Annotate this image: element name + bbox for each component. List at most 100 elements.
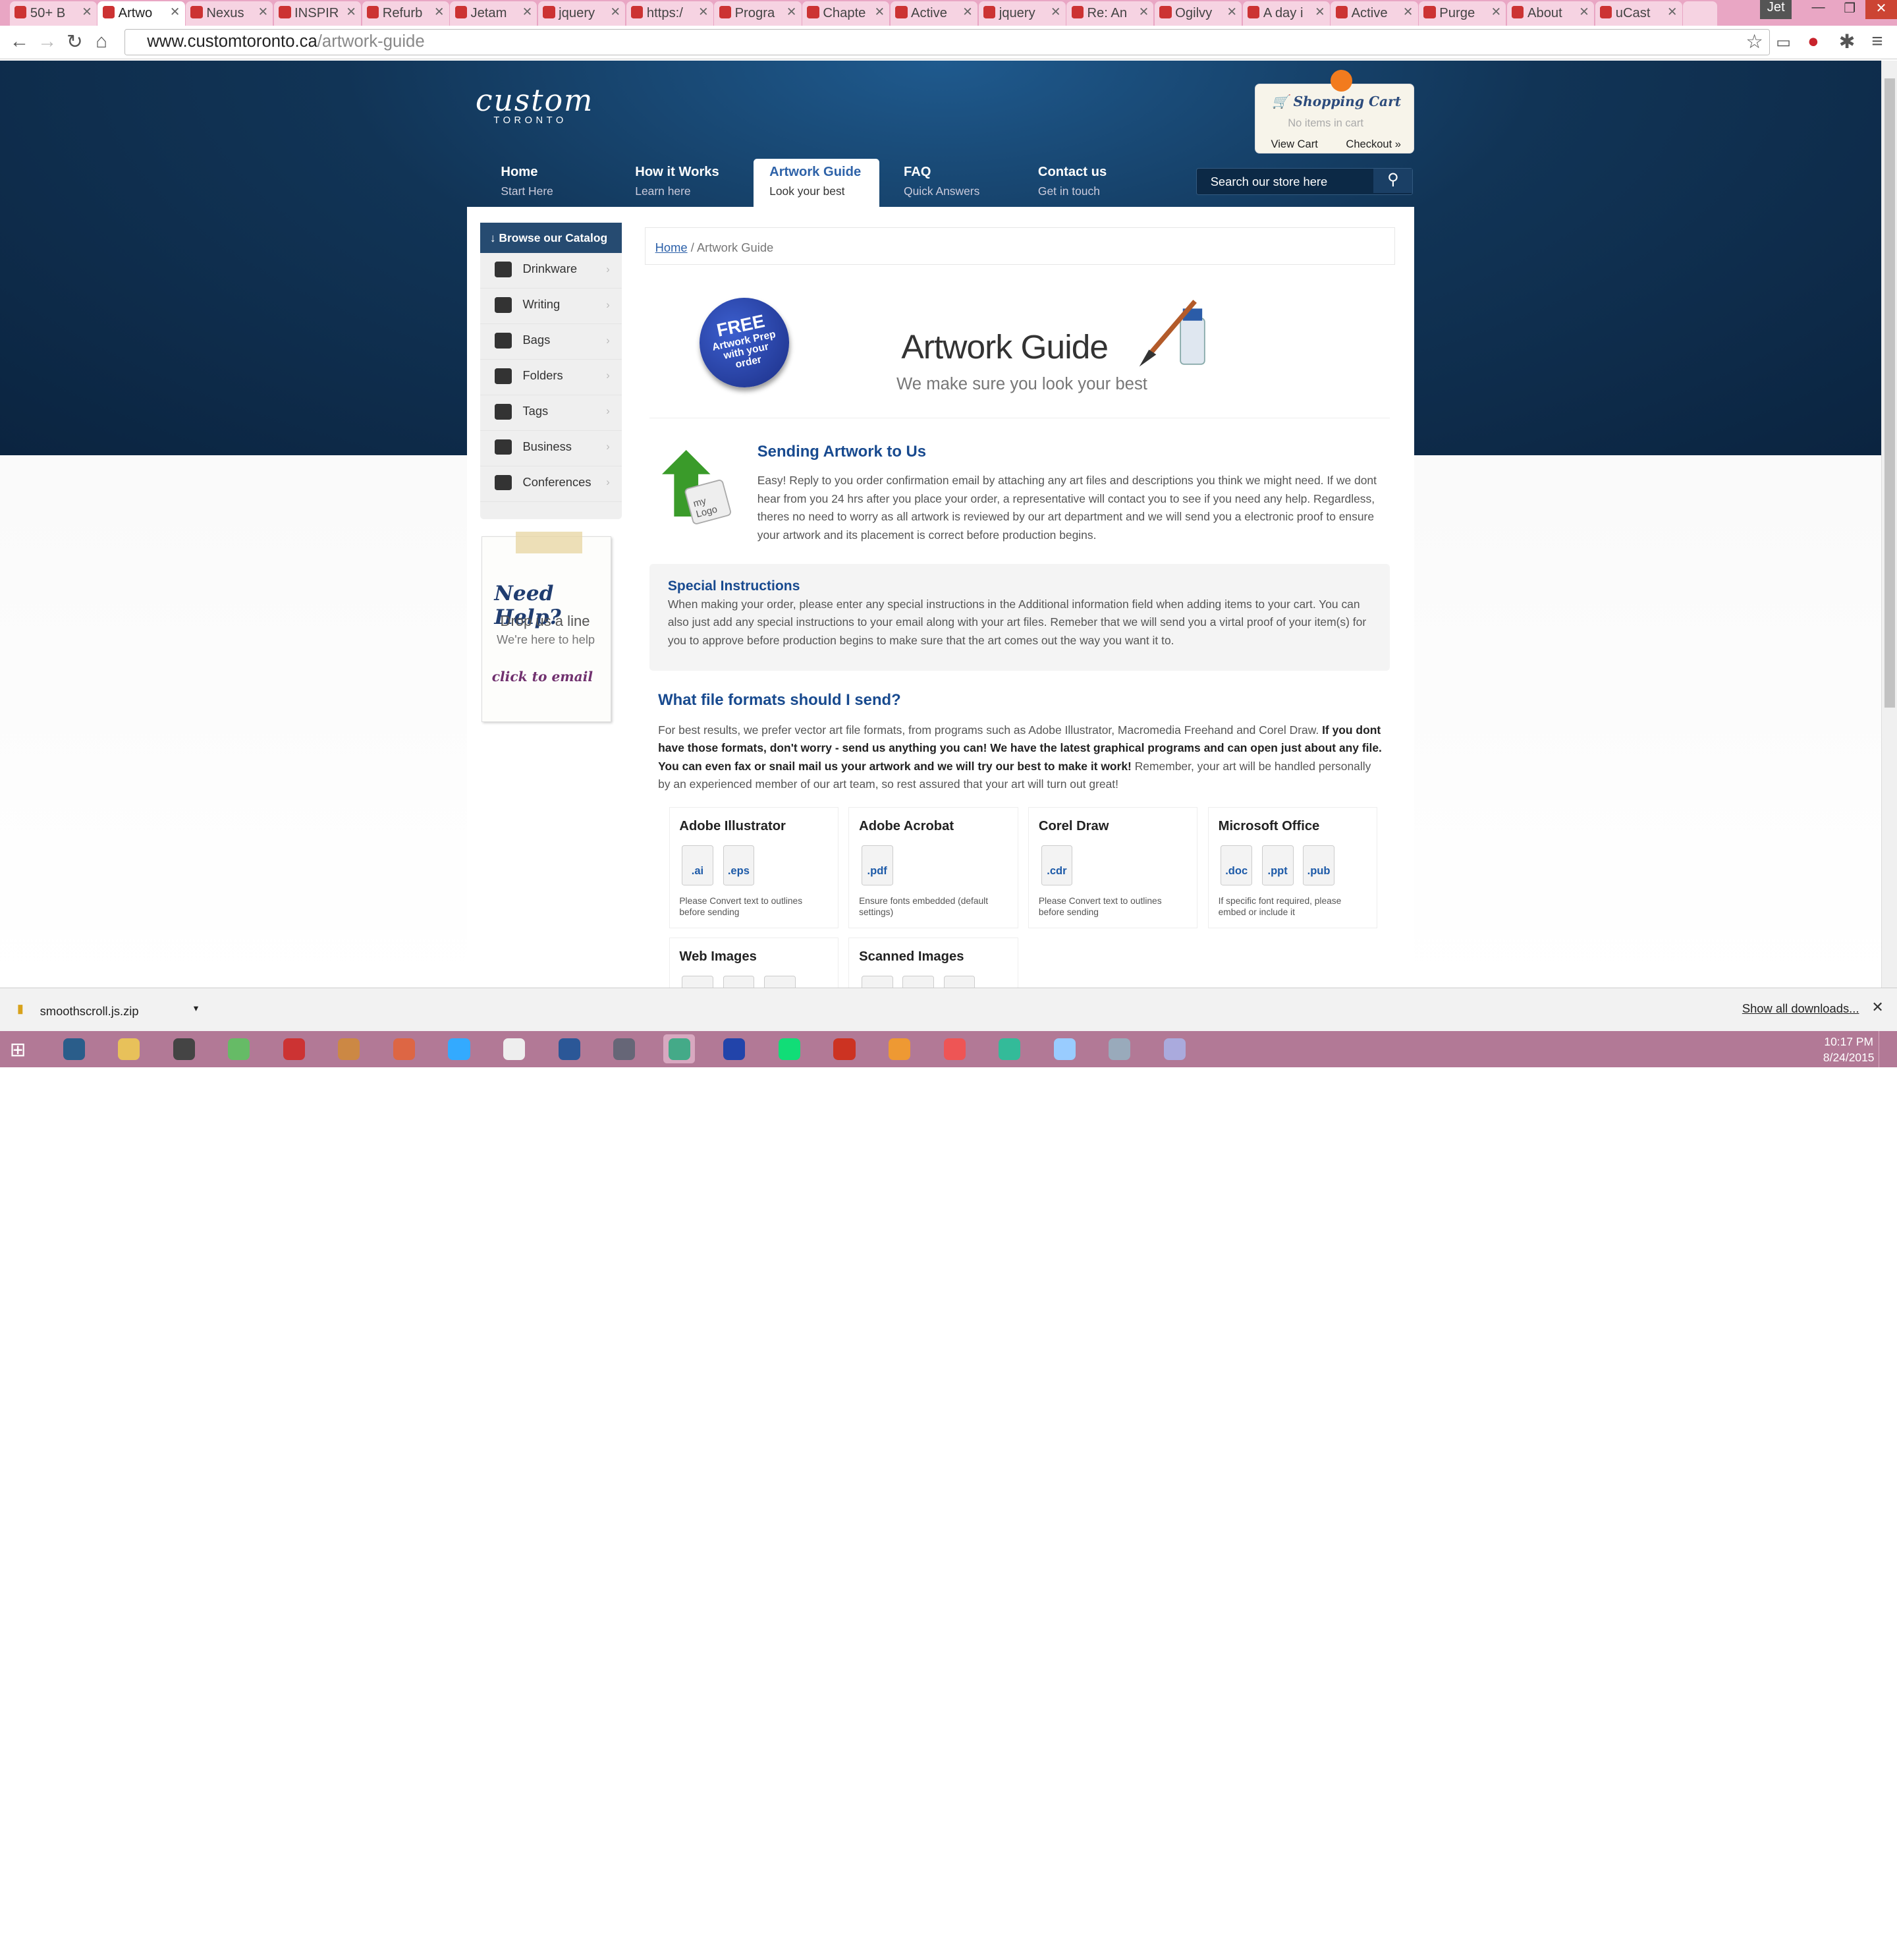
maximize-button[interactable]: ❐ <box>1834 0 1865 19</box>
tab-close-icon[interactable]: ✕ <box>1315 5 1325 19</box>
bookmark-star-icon[interactable]: ☆ <box>1746 30 1763 53</box>
taskbar-app[interactable] <box>719 1034 750 1063</box>
home-icon[interactable]: ⌂ <box>96 30 107 53</box>
need-help-note[interactable]: Need Help? Drop us a line We're here to … <box>481 532 611 723</box>
email-link[interactable]: click to email <box>492 669 593 685</box>
taskbar-app[interactable] <box>168 1034 200 1063</box>
show-desktop-button[interactable] <box>1879 1030 1886 1067</box>
nav-how-it-works[interactable]: How it Works Learn here <box>635 159 719 207</box>
browser-tab[interactable]: Purge ✕ <box>1419 1 1506 26</box>
browser-tab[interactable]: uCast ✕ <box>1595 1 1682 26</box>
system-clock[interactable]: 10:17 PM 8/24/2015 <box>1823 1034 1875 1066</box>
catalog-item[interactable]: Drinkware › <box>480 253 622 289</box>
extension-icon[interactable]: ✱ <box>1839 30 1856 53</box>
site-logo[interactable]: custom TORONTO <box>476 82 593 126</box>
taskbar-app[interactable] <box>829 1034 860 1063</box>
catalog-item[interactable]: Folders › <box>480 360 622 395</box>
search-icon[interactable]: ⚲ <box>1373 169 1413 193</box>
tab-close-icon[interactable]: ✕ <box>1139 5 1149 19</box>
tab-close-icon[interactable]: ✕ <box>522 5 532 19</box>
tab-close-icon[interactable]: ✕ <box>610 5 620 19</box>
browser-tab[interactable]: Chapte ✕ <box>802 1 890 26</box>
browser-tab[interactable]: https:/ ✕ <box>626 1 713 26</box>
tab-close-icon[interactable]: ✕ <box>962 5 972 19</box>
taskbar-app[interactable] <box>553 1034 585 1063</box>
nav-faq[interactable]: FAQ Quick Answers <box>904 159 979 207</box>
taskbar-app[interactable] <box>774 1034 806 1063</box>
tab-close-icon[interactable]: ✕ <box>1667 5 1677 19</box>
browser-tab[interactable]: Active ✕ <box>890 1 978 26</box>
catalog-item[interactable]: Writing › <box>480 289 622 324</box>
tab-close-icon[interactable]: ✕ <box>786 5 796 19</box>
catalog-item[interactable]: Business › <box>480 431 622 466</box>
tab-close-icon[interactable]: ✕ <box>346 5 356 19</box>
show-all-downloads-link[interactable]: Show all downloads... <box>1742 1001 1859 1016</box>
reload-icon[interactable]: ↻ <box>67 30 83 53</box>
browser-tab[interactable]: Nexus ✕ <box>186 1 273 26</box>
new-tab-button[interactable] <box>1683 1 1717 26</box>
view-cart-link[interactable]: View Cart <box>1271 138 1318 151</box>
pinterest-icon[interactable]: ● <box>1807 30 1819 53</box>
tab-close-icon[interactable]: ✕ <box>1403 5 1413 19</box>
tab-close-icon[interactable]: ✕ <box>82 5 92 19</box>
browser-tab[interactable]: Re: An ✕ <box>1066 1 1154 26</box>
taskbar-app[interactable] <box>1159 1034 1191 1063</box>
taskbar-app[interactable] <box>278 1034 310 1063</box>
taskbar-app[interactable] <box>994 1034 1026 1063</box>
taskbar-app[interactable] <box>443 1034 475 1063</box>
taskbar-app[interactable] <box>389 1034 420 1063</box>
taskbar-app[interactable] <box>1049 1034 1080 1063</box>
taskbar-app[interactable] <box>333 1034 365 1063</box>
forward-icon[interactable]: → <box>38 30 57 53</box>
browser-tab[interactable]: jquery ✕ <box>978 1 1066 26</box>
browser-tab[interactable]: Refurb ✕ <box>362 1 449 26</box>
browser-tab[interactable]: 50+ B ✕ <box>9 1 97 26</box>
browser-tab[interactable]: A day i ✕ <box>1242 1 1330 26</box>
browser-tab[interactable]: jquery ✕ <box>537 1 626 26</box>
tab-close-icon[interactable]: ✕ <box>1579 5 1589 19</box>
taskbar-app[interactable] <box>939 1034 970 1063</box>
breadcrumb-home-link[interactable]: Home <box>655 240 688 254</box>
minimize-button[interactable]: — <box>1803 0 1834 19</box>
browser-tab[interactable]: Artwo ✕ <box>97 1 185 26</box>
back-icon[interactable]: ← <box>10 30 29 53</box>
tab-close-icon[interactable]: ✕ <box>698 5 708 19</box>
browser-tab[interactable]: Jetam ✕ <box>450 1 537 26</box>
taskbar-app[interactable] <box>113 1034 145 1063</box>
taskbar-app[interactable] <box>58 1034 90 1063</box>
close-window-button[interactable]: ✕ <box>1865 0 1897 20</box>
tab-close-icon[interactable]: ✕ <box>1491 5 1501 19</box>
browser-tab[interactable]: Ogilvy ✕ <box>1154 1 1242 26</box>
taskbar-app[interactable] <box>663 1034 696 1064</box>
tab-close-icon[interactable]: ✕ <box>434 5 444 19</box>
tab-close-icon[interactable]: ✕ <box>258 5 268 19</box>
scrollbar-thumb[interactable] <box>1884 78 1896 708</box>
taskbar-app[interactable] <box>499 1034 530 1063</box>
checkout-link[interactable]: Checkout » <box>1346 138 1401 151</box>
browser-tab[interactable]: Progra ✕ <box>714 1 802 26</box>
catalog-item[interactable]: Bags › <box>480 324 622 360</box>
taskbar-app[interactable] <box>884 1034 916 1063</box>
taskbar-app[interactable] <box>1104 1034 1136 1063</box>
browser-tab[interactable]: Active ✕ <box>1331 1 1418 26</box>
tab-close-icon[interactable]: ✕ <box>875 5 885 19</box>
tab-close-icon[interactable]: ✕ <box>1051 5 1060 19</box>
taskbar-app[interactable] <box>609 1034 640 1063</box>
menu-icon[interactable]: ≡ <box>1871 30 1883 53</box>
close-icon[interactable]: ✕ <box>1871 999 1883 1016</box>
tab-close-icon[interactable]: ✕ <box>1226 5 1236 19</box>
vertical-scrollbar[interactable] <box>1881 60 1897 988</box>
nav-contact[interactable]: Contact us Get in touch <box>1038 159 1107 207</box>
taskbar-app[interactable] <box>223 1034 255 1063</box>
nav-artwork-guide[interactable]: Artwork Guide Look your best <box>754 158 880 208</box>
catalog-header[interactable]: ↓ Browse our Catalog <box>480 222 622 253</box>
download-item[interactable]: ▮ smoothscroll.js.zip ▾ <box>10 997 204 1024</box>
store-search[interactable]: Search our store here ⚲ <box>1196 168 1414 195</box>
address-bar[interactable]: www.customtoronto.ca/artwork-guide <box>124 29 1771 56</box>
start-button[interactable]: ⊞ <box>10 1038 26 1061</box>
chevron-down-icon[interactable]: ▾ <box>194 1003 198 1014</box>
profile-button[interactable]: Jet <box>1760 0 1792 20</box>
browser-tab[interactable]: About ✕ <box>1506 1 1595 26</box>
catalog-item[interactable]: Conferences › <box>480 466 622 502</box>
nav-home[interactable]: Home Start Here <box>501 159 553 207</box>
